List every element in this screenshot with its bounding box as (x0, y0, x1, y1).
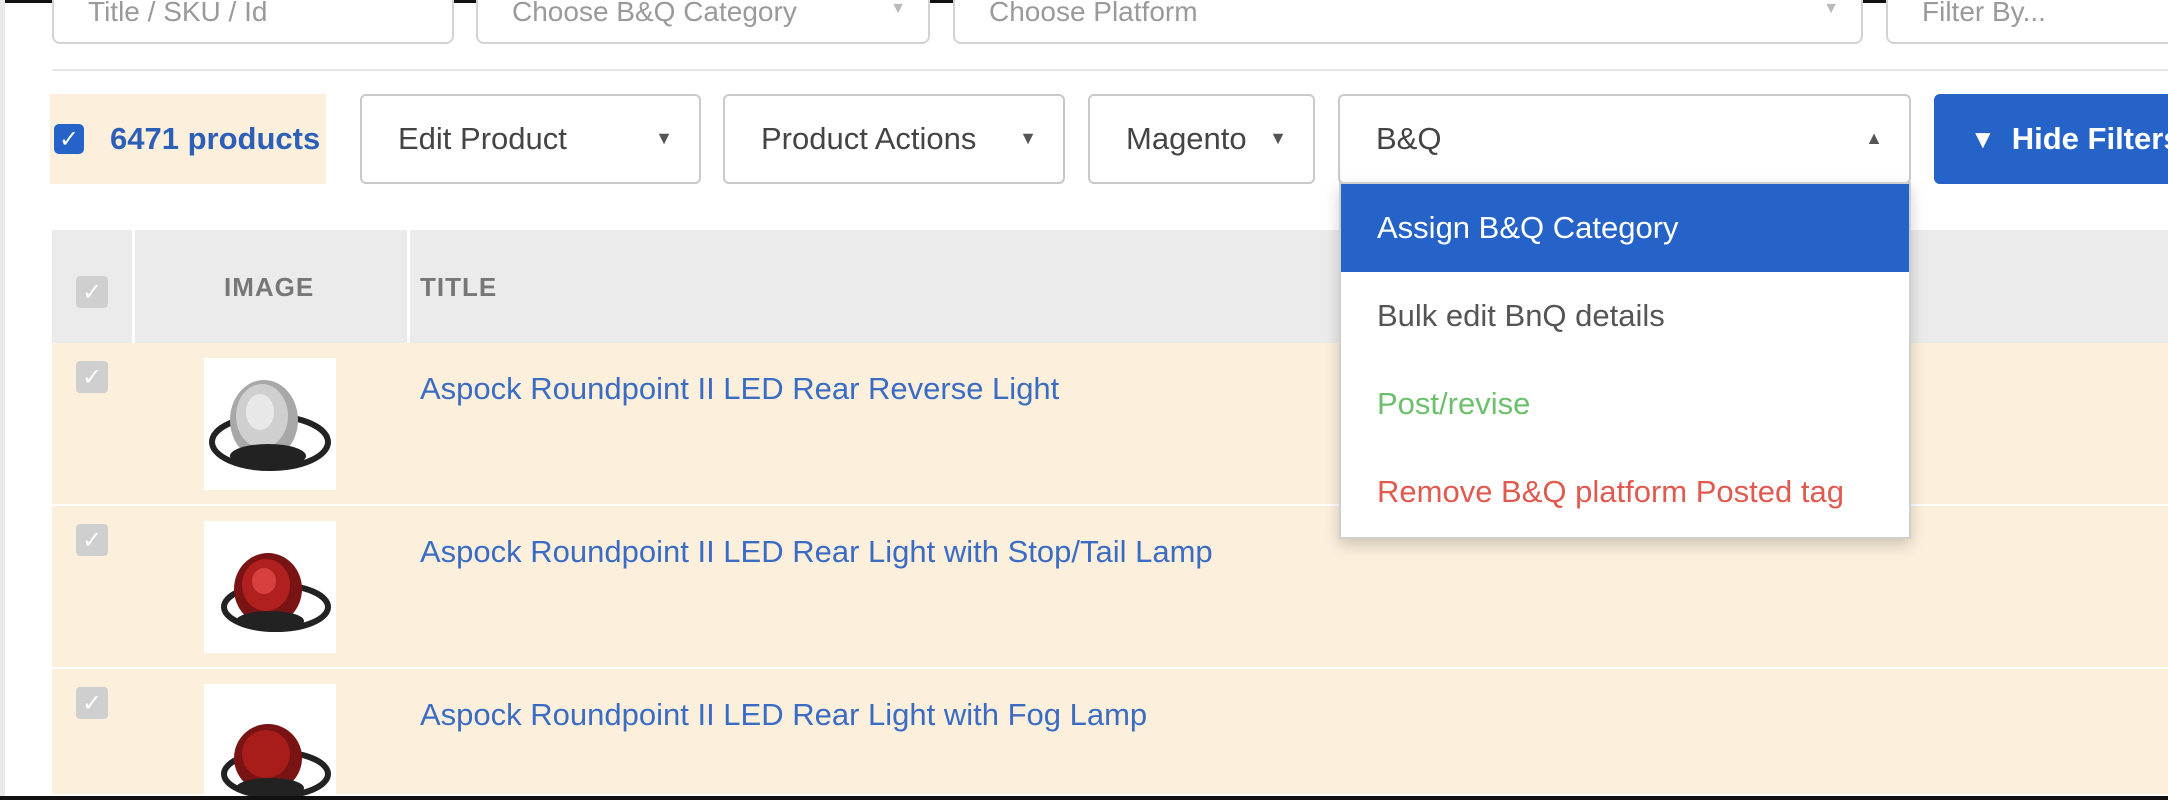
magento-label: Magento (1126, 121, 1247, 156)
hide-filters-label: Hide Filters (2011, 121, 2168, 156)
edit-product-label: Edit Product (398, 121, 567, 156)
bnq-label: B&Q (1376, 121, 1442, 156)
checkbox-checked-icon[interactable]: ✓ (54, 124, 84, 154)
category-placeholder: Choose B&Q Category (512, 0, 797, 27)
row-checkbox[interactable]: ✓ (76, 524, 108, 556)
product-actions-dropdown[interactable]: Product Actions ▼ (723, 94, 1065, 184)
product-thumbnail[interactable] (204, 521, 336, 653)
table-row[interactable]: ✓ Aspock Roundpoint II LED Rear Light wi… (52, 669, 2168, 796)
menu-item-bulk-edit[interactable]: Bulk edit BnQ details (1341, 272, 1909, 360)
window-left-edge (0, 0, 5, 800)
menu-item-label: Post/revise (1377, 386, 1531, 421)
chevron-down-icon: ▼ (1269, 128, 1287, 148)
window-bottom-edge (0, 796, 2168, 800)
chevron-down-icon: ▼ (890, 0, 906, 17)
edit-product-dropdown[interactable]: Edit Product ▼ (360, 94, 701, 184)
filter-divider (52, 69, 2168, 71)
product-thumbnail[interactable] (204, 358, 336, 490)
product-title-link[interactable]: Aspock Roundpoint II LED Rear Reverse Li… (420, 371, 1059, 407)
row-checkbox[interactable]: ✓ (76, 687, 108, 719)
column-divider (132, 230, 135, 343)
red-lamp-image (221, 553, 331, 632)
search-placeholder: Title / SKU / Id (88, 0, 268, 27)
product-title-link[interactable]: Aspock Roundpoint II LED Rear Light with… (420, 697, 1147, 733)
chevron-down-icon: ▼ (1823, 0, 1839, 17)
platform-placeholder: Choose Platform (989, 0, 1198, 27)
clear-lamp-image (209, 380, 331, 471)
chevron-down-icon: ▼ (655, 128, 673, 148)
funnel-icon: ▼ (1970, 123, 1996, 154)
product-thumbnail[interactable] (204, 684, 336, 796)
menu-item-assign-category[interactable]: Assign B&Q Category (1341, 184, 1909, 272)
hide-filters-button[interactable]: ▼ Hide Filters (1934, 94, 2168, 184)
column-header-image: IMAGE (224, 272, 315, 302)
menu-item-label: Bulk edit BnQ details (1377, 298, 1665, 333)
column-header-title[interactable]: TITLE (420, 272, 497, 303)
chevron-down-icon: ▼ (1019, 128, 1037, 148)
red-lamp-image (221, 724, 331, 796)
column-divider (407, 230, 410, 343)
chevron-up-icon: ▲ (1865, 128, 1883, 148)
platform-select[interactable]: Choose Platform ▼ (953, 0, 1863, 44)
menu-item-label: Remove B&Q platform Posted tag (1377, 474, 1844, 509)
product-actions-label: Product Actions (761, 121, 977, 156)
row-checkbox[interactable]: ✓ (76, 361, 108, 393)
menu-item-label: Assign B&Q Category (1377, 210, 1679, 245)
filter-by-select[interactable]: Filter By... (1886, 0, 2168, 44)
filter-by-placeholder: Filter By... (1922, 0, 2046, 27)
menu-item-remove-posted-tag[interactable]: Remove B&Q platform Posted tag (1341, 448, 1909, 536)
magento-dropdown[interactable]: Magento ▼ (1088, 94, 1315, 184)
category-select[interactable]: Choose B&Q Category ▼ (476, 0, 930, 44)
product-title-link[interactable]: Aspock Roundpoint II LED Rear Light with… (420, 534, 1213, 570)
select-all-products[interactable]: ✓ 6471 products (50, 94, 326, 184)
header-checkbox[interactable]: ✓ (76, 276, 108, 308)
menu-item-post-revise[interactable]: Post/revise (1341, 360, 1909, 448)
bnq-dropdown[interactable]: B&Q ▲ (1338, 94, 1911, 184)
bnq-actions-menu: Assign B&Q Category Bulk edit BnQ detail… (1339, 182, 1911, 539)
selected-count: 6471 products (110, 121, 321, 156)
search-title-sku-input[interactable]: Title / SKU / Id (52, 0, 454, 44)
